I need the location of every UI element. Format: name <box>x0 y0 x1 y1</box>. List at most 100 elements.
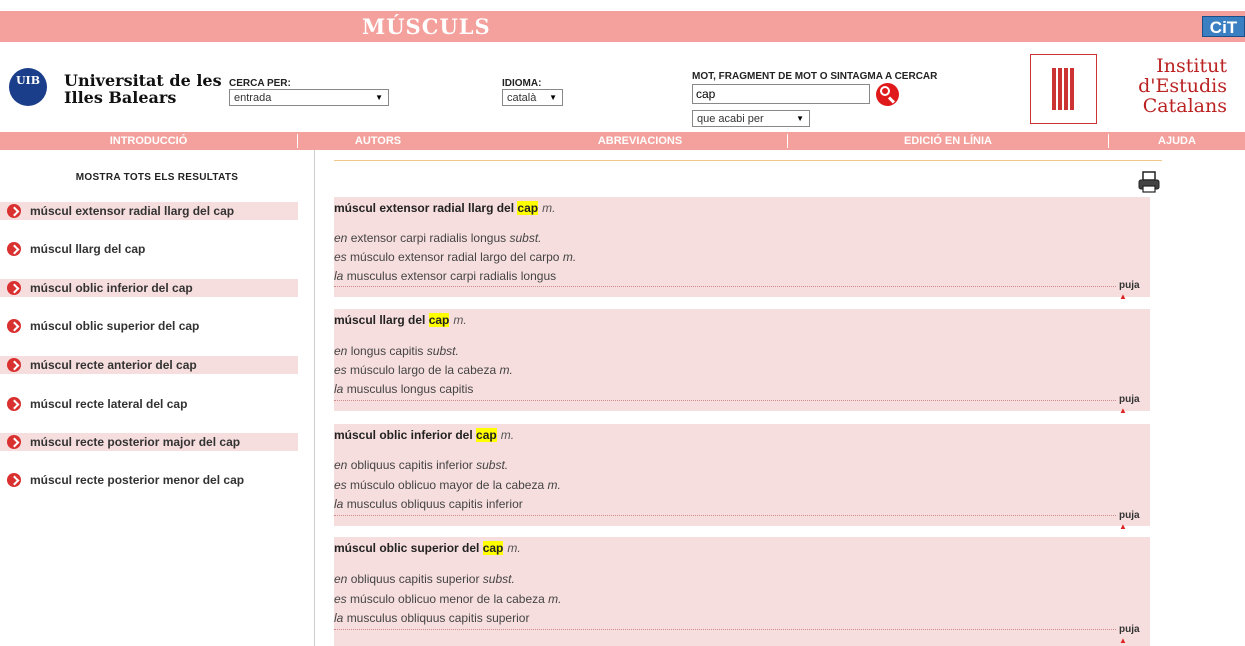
uib-logo[interactable]: UIB <box>9 68 47 106</box>
chevron-down-icon: ▼ <box>796 114 804 123</box>
translation-text: extensor carpi radialis longus <box>350 231 507 245</box>
result-item[interactable]: múscul oblic inferior del cap <box>0 279 298 297</box>
idioma-label: IDIOMA: <box>502 78 542 89</box>
uib-logo-text: UIB <box>15 74 41 87</box>
back-to-top-link[interactable]: puja ▲ <box>1119 624 1150 646</box>
lang-code: la <box>334 497 344 511</box>
cerca-per-value: entrada <box>234 92 272 104</box>
back-to-top-label: puja <box>1119 394 1140 405</box>
translation-gram: m. <box>499 363 513 377</box>
entry-gram: m. <box>507 541 521 555</box>
entry-gram: m. <box>542 201 556 215</box>
search-input[interactable]: cap <box>692 84 870 104</box>
lang-code: es <box>334 250 347 264</box>
arrow-circle-icon <box>7 319 21 333</box>
entry-card: múscul oblic inferior del cap m. en obliq… <box>334 424 1150 531</box>
entry-card: múscul llarg del cap m. en longus capitis… <box>334 309 1150 415</box>
iec-name-line1: Institut <box>1156 55 1227 77</box>
entry-title-text: múscul oblic superior del <box>334 541 483 555</box>
entry-gram: m. <box>453 313 467 327</box>
show-all-results-link[interactable]: MOSTRA TOTS ELS RESULTATS <box>0 172 314 183</box>
translation-la: la musculus obliquus capitis superior <box>334 611 529 625</box>
entry-title-text: múscul llarg del <box>334 313 429 327</box>
translation-en: en extensor carpi radialis longus subst. <box>334 231 541 245</box>
arrow-up-icon: ▲ <box>1119 636 1127 645</box>
translation-text: obliquus capitis inferior <box>350 458 473 472</box>
entry-title-text: múscul oblic inferior del <box>334 428 477 442</box>
arrow-up-icon: ▲ <box>1119 522 1127 531</box>
lang-code: es <box>334 363 347 377</box>
arrow-up-icon: ▲ <box>1119 406 1127 415</box>
nav-abreviacions[interactable]: ABREVIACIONS <box>540 132 740 150</box>
result-item[interactable]: múscul recte lateral del cap <box>0 395 298 413</box>
idioma-select[interactable]: català ▼ <box>502 89 563 106</box>
iec-seal-logo[interactable] <box>1030 54 1097 124</box>
lang-code: en <box>334 458 348 472</box>
page-title: MÚSCULS <box>362 14 491 39</box>
result-item[interactable]: múscul oblic superior del cap <box>0 317 298 335</box>
uib-name[interactable]: Universitat de les Illes Balears <box>64 72 222 106</box>
result-item-label: múscul oblic inferior del cap <box>30 281 193 295</box>
chevron-down-icon: ▼ <box>375 93 383 102</box>
translation-gram: m. <box>548 592 562 606</box>
translation-text: obliquus capitis superior <box>350 572 480 586</box>
result-item-label: múscul extensor radial llarg del cap <box>30 204 235 218</box>
idioma-value: català <box>507 92 537 104</box>
mot-label: MOT, FRAGMENT DE MOT O SINTAGMA A CERCAR <box>692 71 938 82</box>
result-item-label: múscul recte lateral del cap <box>30 397 188 411</box>
nav-autors[interactable]: AUTORS <box>298 132 458 150</box>
back-to-top-label: puja <box>1119 280 1140 291</box>
iec-name-line2: d'Estudis <box>1138 75 1227 97</box>
translation-gram: subst. <box>509 231 542 245</box>
iec-seal-stripes <box>1052 68 1074 110</box>
uib-name-line2: Illes Balears <box>64 88 177 107</box>
entry-card: múscul extensor radial llarg del cap m. e… <box>334 197 1150 301</box>
lang-code: en <box>334 572 348 586</box>
back-to-top-label: puja <box>1119 510 1140 521</box>
entry-title-highlight: cap <box>482 541 504 555</box>
translation-text: musculus longus capitis <box>346 382 474 396</box>
result-item[interactable]: múscul recte posterior major del cap <box>0 433 298 451</box>
lang-code: es <box>334 592 347 606</box>
chevron-down-icon: ▼ <box>549 93 557 102</box>
cerca-per-select[interactable]: entrada ▼ <box>229 89 389 106</box>
back-to-top-link[interactable]: puja ▲ <box>1119 510 1150 532</box>
arrow-circle-icon <box>7 281 21 295</box>
result-item[interactable]: múscul recte posterior menor del cap <box>0 471 298 489</box>
translation-la: la musculus extensor carpi radialis long… <box>334 269 556 283</box>
nav-introduccio[interactable]: INTRODUCCIÓ <box>0 132 297 150</box>
translation-text: músculo oblicuo menor de la cabeza <box>350 592 545 606</box>
arrow-circle-icon <box>7 358 21 372</box>
back-to-top-link[interactable]: puja ▲ <box>1119 280 1150 302</box>
entry-card: múscul oblic superior del cap m. en obliq… <box>334 537 1150 646</box>
back-to-top-link[interactable]: puja ▲ <box>1119 394 1150 416</box>
arrow-circle-icon <box>7 473 21 487</box>
nav-ajuda[interactable]: AJUDA <box>1109 132 1245 150</box>
result-item[interactable]: múscul llarg del cap <box>0 240 298 258</box>
result-item[interactable]: múscul extensor radial llarg del cap <box>0 202 298 220</box>
nav-edicio-en-linia[interactable]: EDICIÓ EN LÍNIA <box>788 132 1108 150</box>
entry-divider <box>334 514 1116 516</box>
mode-value: que acabi per <box>697 113 764 125</box>
back-to-top-label: puja <box>1119 624 1140 635</box>
entry-title: múscul extensor radial llarg del cap m. <box>334 201 555 215</box>
arrow-up-icon: ▲ <box>1119 292 1127 301</box>
search-button[interactable] <box>876 83 899 106</box>
translation-gram: m. <box>562 250 577 264</box>
lang-code: en <box>334 231 348 245</box>
translation-text: músculo largo de la cabeza <box>350 363 497 377</box>
translation-es: es músculo oblicuo mayor de la cabeza m. <box>334 478 561 492</box>
entry-title: múscul oblic inferior del cap m. <box>334 428 514 442</box>
arrow-circle-icon <box>7 204 21 218</box>
iec-name[interactable]: Institut d'Estudis Catalans <box>1112 56 1227 116</box>
translation-text: longus capitis <box>350 344 424 358</box>
cit-badge[interactable]: CiT <box>1202 16 1245 37</box>
iec-name-line3: Catalans <box>1142 95 1227 117</box>
entry-title-highlight: cap <box>476 428 497 442</box>
translation-gram: m. <box>547 478 561 492</box>
arrow-circle-icon <box>7 397 21 411</box>
print-icon[interactable] <box>1138 171 1160 193</box>
entry-title-text: múscul extensor radial llarg del <box>334 201 518 215</box>
result-item[interactable]: múscul recte anterior del cap <box>0 356 298 374</box>
mode-select[interactable]: que acabi per ▼ <box>692 110 810 127</box>
